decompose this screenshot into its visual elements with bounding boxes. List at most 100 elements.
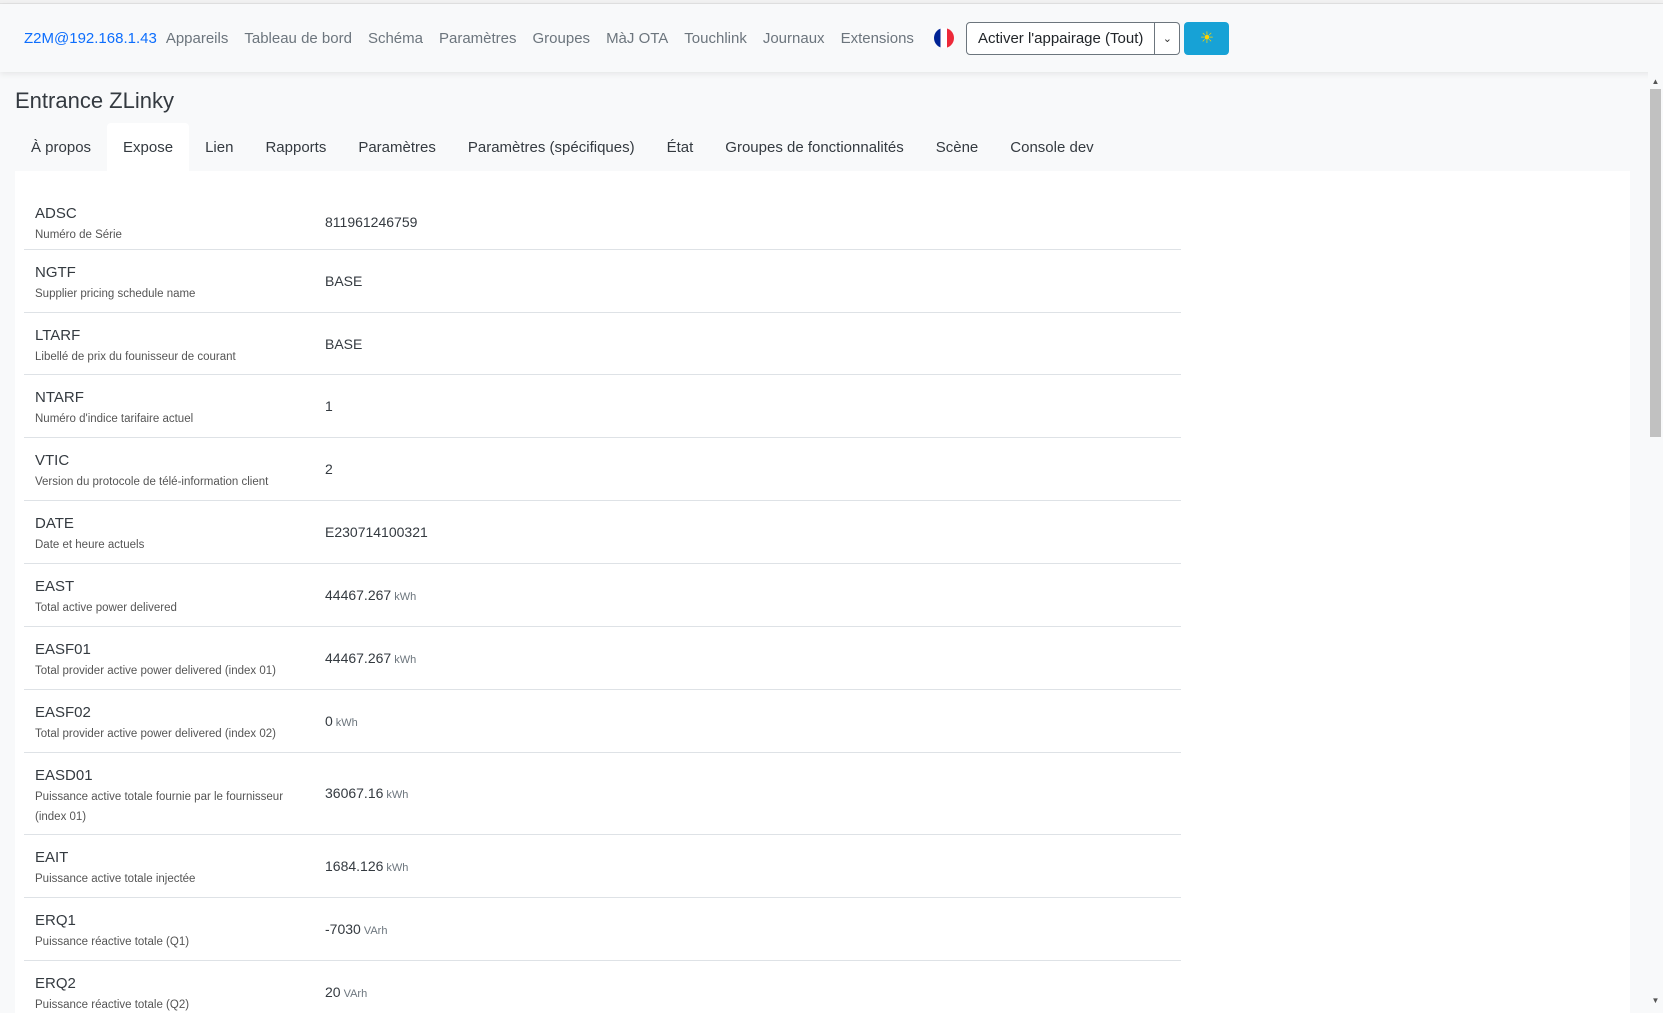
tab-rapports[interactable]: Rapports: [249, 123, 342, 171]
tab-a-propos[interactable]: À propos: [15, 123, 107, 171]
feature-description: Numéro d'indice tarifaire actuel: [35, 413, 194, 425]
expose-row: ERQ2 Puissance réactive totale (Q2) 20 VA…: [24, 961, 1181, 1013]
feature-name: EASF01: [35, 641, 91, 658]
nav-link-appareils[interactable]: Appareils: [166, 30, 229, 47]
tab-etat[interactable]: État: [651, 123, 710, 171]
feature-value: 20 VArh: [325, 984, 367, 1000]
expose-panel: ADSC Numéro de Série 811961246759 NGTF S…: [15, 171, 1630, 1013]
feature-value: 44467.267 kWh: [325, 587, 416, 603]
feature-name: EAST: [35, 578, 75, 595]
feature-name: ERQ2: [35, 975, 76, 992]
expose-row: LTARF Libellé de prix du founisseur de c…: [24, 313, 1181, 375]
feature-description: Numéro de Série: [35, 229, 122, 241]
nav-links: Appareils Tableau de bord Schéma Paramèt…: [166, 30, 930, 47]
expose-row: VTIC Version du protocole de télé-inform…: [24, 438, 1181, 501]
expose-row: DATE Date et heure actuels E230714100321: [24, 501, 1181, 564]
feature-name: DATE: [35, 515, 74, 532]
scroll-up-arrow-icon[interactable]: ▲: [1648, 74, 1663, 89]
nav-link-parametres[interactable]: Paramètres: [439, 30, 517, 47]
feature-value: 36067.16 kWh: [325, 785, 408, 801]
nav-link-extensions[interactable]: Extensions: [841, 30, 914, 47]
nav-link-dashboard[interactable]: Tableau de bord: [244, 30, 352, 47]
nav-link-schema[interactable]: Schéma: [368, 30, 423, 47]
tab-expose[interactable]: Expose: [107, 123, 190, 171]
chevron-down-icon: ⌄: [1162, 32, 1172, 45]
feature-name: NGTF: [35, 264, 76, 281]
value-text: BASE: [325, 336, 363, 352]
vertical-scrollbar[interactable]: ▲ ▼: [1648, 72, 1663, 1013]
nav-link-ota[interactable]: MàJ OTA: [606, 30, 668, 47]
value-unit: kWh: [386, 789, 409, 801]
nav-link-journaux[interactable]: Journaux: [763, 30, 825, 47]
value-text: 2: [325, 461, 333, 477]
feature-description: Puissance active totale fournie par le f…: [35, 791, 284, 823]
feature-name: EASF02: [35, 704, 91, 721]
tab-parametres-specifiques[interactable]: Paramètres (spécifiques): [452, 123, 651, 171]
scroll-down-arrow-icon[interactable]: ▼: [1648, 993, 1663, 1008]
feature-value: -7030 VArh: [325, 921, 387, 937]
value-text: 811961246759: [325, 214, 418, 230]
feature-name: EAIT: [35, 849, 69, 866]
nav-link-touchlink[interactable]: Touchlink: [684, 30, 747, 47]
value-unit: kWh: [386, 862, 409, 874]
feature-value: 1: [325, 398, 336, 414]
top-navbar: Z2M@192.168.1.43 Appareils Tableau de bo…: [0, 4, 1663, 72]
expose-row: EASF02 Total provider active power deliv…: [24, 690, 1181, 753]
feature-description: Date et heure actuels: [35, 539, 145, 551]
expose-row: ERQ1 Puissance réactive totale (Q1) -703…: [24, 898, 1181, 961]
feature-name: ADSC: [35, 205, 77, 222]
value-text: BASE: [325, 273, 363, 289]
value-text: 1: [325, 398, 333, 414]
value-unit: kWh: [394, 591, 417, 603]
value-text: 1684.126: [325, 858, 384, 874]
nav-link-groupes[interactable]: Groupes: [533, 30, 591, 47]
feature-value: 1684.126 kWh: [325, 858, 408, 874]
expose-row: ADSC Numéro de Série 811961246759: [24, 187, 1181, 250]
brand-link[interactable]: Z2M@192.168.1.43: [24, 30, 157, 47]
value-unit: kWh: [394, 654, 417, 666]
feature-value: 0 kWh: [325, 713, 358, 729]
french-flag-icon[interactable]: [933, 28, 954, 48]
permit-join-timer-button[interactable]: ☀: [1184, 21, 1230, 55]
permit-join-group: Activer l'appairage (Tout) ⌄: [965, 21, 1181, 55]
feature-name: ERQ1: [35, 912, 76, 929]
sun-icon: ☀: [1199, 30, 1215, 47]
feature-description: Libellé de prix du founisseur de courant: [35, 351, 236, 363]
value-text: 0: [325, 713, 333, 729]
tab-groupes-fonctionnalites[interactable]: Groupes de fonctionnalités: [709, 123, 919, 171]
feature-name: LTARF: [35, 327, 81, 344]
value-unit: VArh: [343, 988, 368, 1000]
feature-description: Puissance réactive totale (Q1): [35, 936, 190, 948]
expose-row: NTARF Numéro d'indice tarifaire actuel 1: [24, 375, 1181, 438]
tab-lien[interactable]: Lien: [189, 123, 249, 171]
feature-name: NTARF: [35, 389, 84, 406]
feature-description: Total provider active power delivered (i…: [35, 665, 276, 677]
feature-description: Puissance réactive totale (Q2): [35, 999, 190, 1011]
page-title: Entrance ZLinky: [15, 88, 174, 113]
feature-name: VTIC: [35, 452, 70, 469]
value-text: 44467.267: [325, 650, 392, 666]
value-unit: VArh: [363, 925, 388, 937]
feature-description: Version du protocole de télé-information…: [35, 476, 269, 488]
tab-console-dev[interactable]: Console dev: [994, 123, 1109, 171]
device-tabs: À propos Expose Lien Rapports Paramètres…: [15, 123, 1110, 171]
expose-row: EAIT Puissance active totale injectée 16…: [24, 835, 1181, 898]
feature-value: 811961246759: [325, 214, 420, 230]
scrollbar-thumb[interactable]: [1650, 89, 1661, 437]
value-unit: kWh: [335, 717, 358, 729]
expose-row: NGTF Supplier pricing schedule name BASE: [24, 250, 1181, 313]
feature-value: 44467.267 kWh: [325, 650, 416, 666]
feature-value: E230714100321: [325, 524, 431, 540]
value-text: 20: [325, 984, 341, 1000]
tab-scene[interactable]: Scène: [920, 123, 995, 171]
tab-parametres[interactable]: Paramètres: [342, 123, 452, 171]
feature-description: Supplier pricing schedule name: [35, 288, 196, 300]
feature-value: BASE: [325, 273, 365, 289]
permit-join-button[interactable]: Activer l'appairage (Tout): [965, 21, 1156, 55]
value-text: 36067.16: [325, 785, 384, 801]
expose-row: EASF01 Total provider active power deliv…: [24, 627, 1181, 690]
feature-description: Total active power delivered: [35, 602, 177, 614]
feature-value: BASE: [325, 336, 365, 352]
expose-row: EASD01 Puissance active totale fournie p…: [24, 753, 1181, 835]
permit-join-dropdown[interactable]: ⌄: [1155, 21, 1181, 55]
